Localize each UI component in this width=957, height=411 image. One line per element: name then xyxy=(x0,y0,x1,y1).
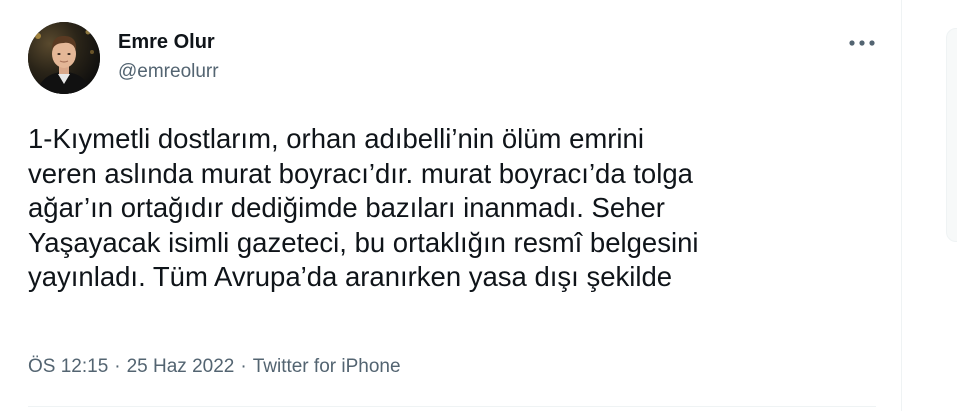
author-name[interactable]: Emre Olur xyxy=(118,31,215,54)
tweet-text-line: yayınladı. Tüm Avrupa’da aranırken yasa … xyxy=(28,261,673,292)
avatar[interactable] xyxy=(28,22,100,94)
tweet-text-line: veren aslında murat boyracı’dır. murat b… xyxy=(28,157,693,189)
tweet-page: Emre Olur @emreolurr 1-Kıymetli dostları… xyxy=(0,0,957,411)
tweet-date[interactable]: 25 Haz 2022 xyxy=(127,356,235,378)
meta-separator: · xyxy=(114,356,121,377)
tweet-source[interactable]: Twitter for iPhone xyxy=(253,356,401,378)
divider xyxy=(28,406,876,407)
tweet-text: 1-Kıymetli dostlarım, orhan adıbelli’nin… xyxy=(28,122,888,295)
tweet-text-line: ağar’ın ortağıdır dediğimde bazıları ina… xyxy=(28,192,665,223)
side-panel-edge xyxy=(946,28,957,242)
tweet-text-line: Yaşayacak isimli gazeteci, bu ortaklığın… xyxy=(28,226,699,258)
tweet-card: Emre Olur @emreolurr 1-Kıymetli dostları… xyxy=(0,0,902,411)
profile-photo xyxy=(28,22,100,94)
author-handle[interactable]: @emreolurr xyxy=(118,61,219,83)
tweet-meta: ÖS 12:15 · 25 Haz 2022 · Twitter for iPh… xyxy=(28,356,401,378)
more-horizontal-icon xyxy=(849,40,875,46)
more-options-button[interactable] xyxy=(840,28,884,58)
meta-separator: · xyxy=(240,356,247,377)
tweet-time[interactable]: ÖS 12:15 xyxy=(28,356,108,378)
tweet-text-line: 1-Kıymetli dostlarım, orhan adıbelli’nin… xyxy=(28,123,644,154)
